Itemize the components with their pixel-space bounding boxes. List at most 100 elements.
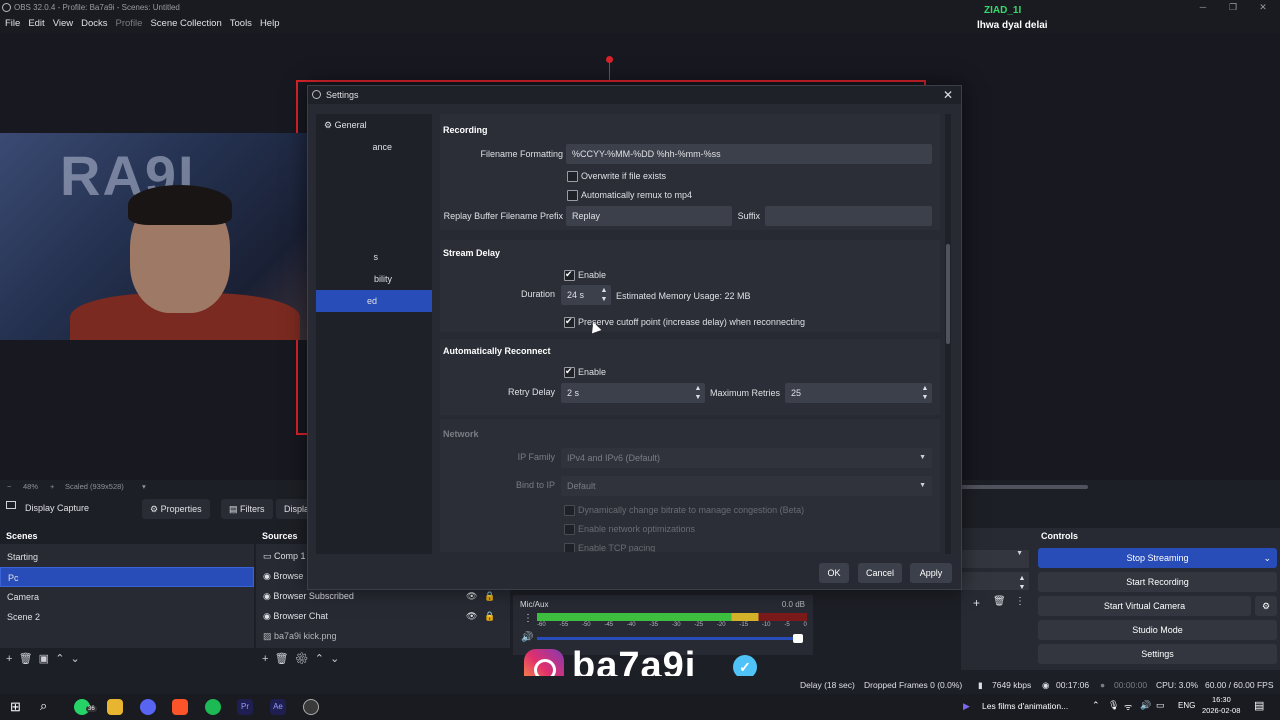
menu-file[interactable]: File <box>0 15 24 33</box>
menu-profile[interactable]: Profile <box>112 15 147 33</box>
move-down-icon[interactable]: ⌄ <box>71 653 80 665</box>
properties-button[interactable]: ⚙ Properties <box>142 499 210 519</box>
bind-ip-select[interactable]: Default ▼ <box>561 476 932 496</box>
filename-input[interactable]: %CCYY-%MM-%DD %hh-%mm-%ss <box>566 144 932 164</box>
clock-date[interactable]: 2026-02-08 <box>1202 706 1240 715</box>
filter-icon[interactable]: ▣ <box>39 653 49 665</box>
preview-scrollbar[interactable] <box>960 485 1088 489</box>
spin-arrows-icon[interactable]: ▲ ▼ <box>920 384 930 402</box>
move-up-icon[interactable]: ⌃ <box>315 653 324 665</box>
windows-start-icon[interactable]: ⊞ <box>10 699 21 715</box>
menu-docks[interactable]: Docks <box>77 15 111 33</box>
brave-icon[interactable] <box>172 699 188 715</box>
prefix-input[interactable]: Replay <box>566 206 732 226</box>
battery-icon[interactable]: ▭ <box>1156 700 1165 711</box>
nav-item[interactable] <box>316 202 432 224</box>
ip-family-select[interactable]: IPv4 and IPv6 (Default) ▼ <box>561 448 932 468</box>
ok-button[interactable]: OK <box>819 563 849 583</box>
cancel-button[interactable]: Cancel <box>858 563 902 583</box>
trash-icon[interactable]: 🗑 <box>19 653 33 665</box>
after-effects-icon[interactable]: Ae <box>270 699 286 715</box>
maximize-icon[interactable]: ❐ <box>1218 0 1248 15</box>
move-down-icon[interactable]: ⌄ <box>330 653 339 665</box>
eye-icon[interactable]: 👁 <box>466 606 477 626</box>
menu-tools[interactable]: Tools <box>226 15 256 33</box>
reconnect-enable-checkbox[interactable]: Enable <box>564 364 606 379</box>
gear-icon[interactable]: ⚙ <box>295 653 309 665</box>
network-optimizations-checkbox[interactable]: Enable network optimizations <box>564 522 695 536</box>
tcp-pacing-checkbox[interactable]: Enable TCP pacing <box>564 541 655 552</box>
taskbar-notification[interactable]: Les films d'animation... <box>982 701 1068 711</box>
notification-center-icon[interactable]: ▤ <box>1254 699 1264 712</box>
studio-mode-button[interactable]: Studio Mode <box>1038 620 1277 640</box>
close-icon[interactable]: ✕ <box>1248 0 1278 15</box>
volume-slider[interactable] <box>537 637 801 640</box>
retry-delay-input[interactable]: 2 s ▲ ▼ <box>561 383 705 403</box>
menu-view[interactable]: View <box>49 15 77 33</box>
chevron-down-icon[interactable]: ▾ <box>142 480 146 494</box>
source-item[interactable]: ◉ Browser Chat 👁 🔒 <box>256 606 510 626</box>
nav-advanced[interactable]: ed <box>316 290 432 312</box>
clock-time[interactable]: 16:30 <box>1212 695 1231 704</box>
menu-edit[interactable]: Edit <box>24 15 48 33</box>
suffix-input[interactable] <box>765 206 932 226</box>
gear-icon[interactable]: ⚙ <box>1255 596 1277 616</box>
trash-icon[interactable]: 🗑 <box>275 653 289 665</box>
settings-button[interactable]: Settings <box>1038 644 1277 664</box>
chevron-down-icon[interactable]: ⌄ <box>1263 548 1271 568</box>
dropdown-field[interactable]: ▼ <box>961 550 1029 568</box>
duration-input[interactable]: 24 s ▲ ▼ <box>561 285 611 305</box>
menu-scene-collection[interactable]: Scene Collection <box>146 15 225 33</box>
trash-icon[interactable]: 🗑 <box>993 596 1006 607</box>
display-button[interactable]: Displa <box>276 499 310 519</box>
add-icon[interactable]: + <box>6 653 12 665</box>
nav-general[interactable]: ⚙ General <box>316 114 432 136</box>
overwrite-checkbox[interactable]: Overwrite if file exists <box>567 169 666 183</box>
max-retries-input[interactable]: 25 ▲ ▼ <box>785 383 932 403</box>
add-icon[interactable]: + <box>262 653 268 665</box>
scene-item[interactable]: Scene 2 <box>0 607 254 627</box>
spin-field[interactable]: ▲ ▼ <box>961 572 1029 591</box>
scene-item[interactable]: Camera <box>0 587 254 607</box>
spin-arrows-icon[interactable]: ▲ ▼ <box>599 286 609 304</box>
spin-arrows-icon[interactable]: ▲ ▼ <box>693 384 703 402</box>
add-icon[interactable]: + <box>973 596 980 610</box>
spotify-icon[interactable] <box>205 699 221 715</box>
zoom-in-button[interactable]: + <box>50 480 54 494</box>
nav-accessibility[interactable]: bility <box>316 268 432 290</box>
premiere-icon[interactable]: Pr <box>237 699 253 715</box>
remux-checkbox[interactable]: Automatically remux to mp4 <box>567 188 692 202</box>
nav-item[interactable] <box>316 158 432 180</box>
search-icon[interactable]: ⌕ <box>40 698 47 714</box>
discord-icon[interactable] <box>140 699 156 715</box>
start-virtual-camera-button[interactable]: Start Virtual Camera <box>1038 596 1251 616</box>
microphone-icon[interactable]: 🎙 <box>1108 700 1119 711</box>
close-icon[interactable]: ✕ <box>943 88 953 102</box>
minimize-icon[interactable]: ─ <box>1188 0 1218 15</box>
move-up-icon[interactable]: ⌃ <box>55 653 64 665</box>
chevron-up-icon[interactable]: ⌃ <box>1092 700 1100 711</box>
language-indicator[interactable]: ENG <box>1178 701 1195 710</box>
apply-button[interactable]: Apply <box>910 563 952 583</box>
nav-appearance[interactable]: ance <box>316 136 432 158</box>
obs-taskbar-icon[interactable] <box>303 699 319 715</box>
scrollbar-thumb[interactable] <box>946 244 950 344</box>
nav-item[interactable] <box>316 180 432 202</box>
volume-slider-handle[interactable] <box>793 634 803 643</box>
zoom-out-button[interactable]: − <box>7 480 11 494</box>
menu-help[interactable]: Help <box>256 15 284 33</box>
stop-streaming-button[interactable]: Stop Streaming ⌄ <box>1038 548 1277 568</box>
settings-scrollbar[interactable] <box>945 114 951 554</box>
lock-icon[interactable]: 🔒 <box>484 606 495 626</box>
wifi-icon[interactable]: ᯤ <box>1124 700 1132 713</box>
dynamic-bitrate-checkbox[interactable]: Dynamically change bitrate to manage con… <box>564 503 804 517</box>
menu-dots-icon[interactable]: ⋮ <box>1015 596 1025 607</box>
volume-icon[interactable]: 🔊 <box>1140 700 1151 711</box>
source-item[interactable]: ▨ ba7a9i kick.png <box>256 626 510 646</box>
nav-hotkeys[interactable]: s <box>316 246 432 268</box>
filters-button[interactable]: ▤ Filters <box>221 499 273 519</box>
scene-item[interactable]: Starting <box>0 547 254 567</box>
speaker-icon[interactable]: 🔊 <box>521 632 533 643</box>
scene-item-selected[interactable]: Pc <box>0 567 254 587</box>
file-explorer-icon[interactable] <box>107 699 123 715</box>
